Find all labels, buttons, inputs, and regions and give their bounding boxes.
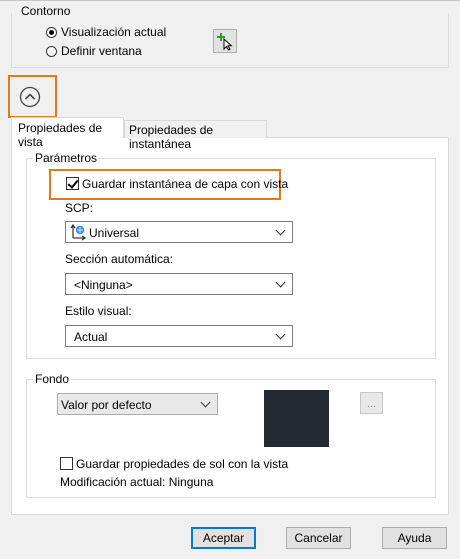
save-sun-label[interactable]: Guardar propiedades de sol con la vista	[76, 457, 288, 471]
save-sun-checkbox[interactable]	[60, 457, 73, 470]
chevron-down-icon	[200, 397, 211, 408]
parametros-title: Parámetros	[33, 151, 100, 165]
scp-label: SCP:	[65, 201, 94, 215]
visual-style-value: Actual	[74, 330, 108, 344]
current-modification: Modificación actual: Ninguna	[60, 475, 214, 489]
browse-background-button[interactable]: ...	[360, 392, 383, 414]
tab-propiedades-instantanea[interactable]: Propiedades de instantánea	[124, 120, 267, 151]
collapse-button[interactable]	[19, 86, 41, 108]
chevron-up-circle-icon	[19, 86, 41, 108]
ok-label: Aceptar	[202, 531, 245, 545]
help-label: Ayuda	[397, 531, 432, 545]
browse-label: ...	[366, 398, 377, 410]
cancel-button[interactable]: Cancelar	[286, 527, 351, 549]
pick-window-icon	[217, 33, 233, 51]
section-select[interactable]: <Ninguna>	[65, 273, 293, 295]
radio-definir-ventana-label[interactable]: Definir ventana	[61, 44, 142, 58]
window-top-edge	[0, 0, 460, 1]
radio-definir-ventana[interactable]	[46, 46, 57, 57]
background-value: Valor por defecto	[61, 398, 152, 412]
visual-style-label: Estilo visual:	[65, 304, 132, 318]
save-layer-snapshot-checkbox[interactable]	[66, 177, 79, 190]
scp-value: Universal	[89, 226, 140, 240]
tab-propiedades-vista-label: Propiedades de vista	[18, 121, 103, 149]
visual-style-select[interactable]: Actual	[65, 325, 293, 347]
fondo-title: Fondo	[33, 372, 72, 386]
contorno-title: Contorno	[21, 4, 71, 18]
tab-propiedades-vista[interactable]: Propiedades de vista	[11, 117, 124, 149]
tab-propiedades-instantanea-label: Propiedades de instantánea	[129, 123, 214, 151]
background-preview	[264, 390, 329, 447]
background-select[interactable]: Valor por defecto	[57, 393, 218, 415]
radio-visualizacion-actual-label[interactable]: Visualización actual	[61, 25, 166, 39]
chevron-down-icon	[275, 329, 286, 340]
define-window-button[interactable]	[213, 29, 237, 53]
radio-visualizacion-actual[interactable]	[46, 27, 57, 38]
ok-button[interactable]: Aceptar	[191, 527, 256, 549]
cancel-label: Cancelar	[294, 531, 343, 545]
chevron-down-icon	[275, 225, 286, 236]
chevron-down-icon	[275, 277, 286, 288]
section-label: Sección automática:	[65, 252, 174, 266]
save-layer-snapshot-label[interactable]: Guardar instantánea de capa con vista	[82, 177, 288, 191]
help-button[interactable]: Ayuda	[382, 527, 447, 549]
scp-select[interactable]: Universal	[65, 221, 293, 243]
section-value: <Ninguna>	[74, 278, 133, 292]
ucs-icon	[70, 223, 87, 241]
